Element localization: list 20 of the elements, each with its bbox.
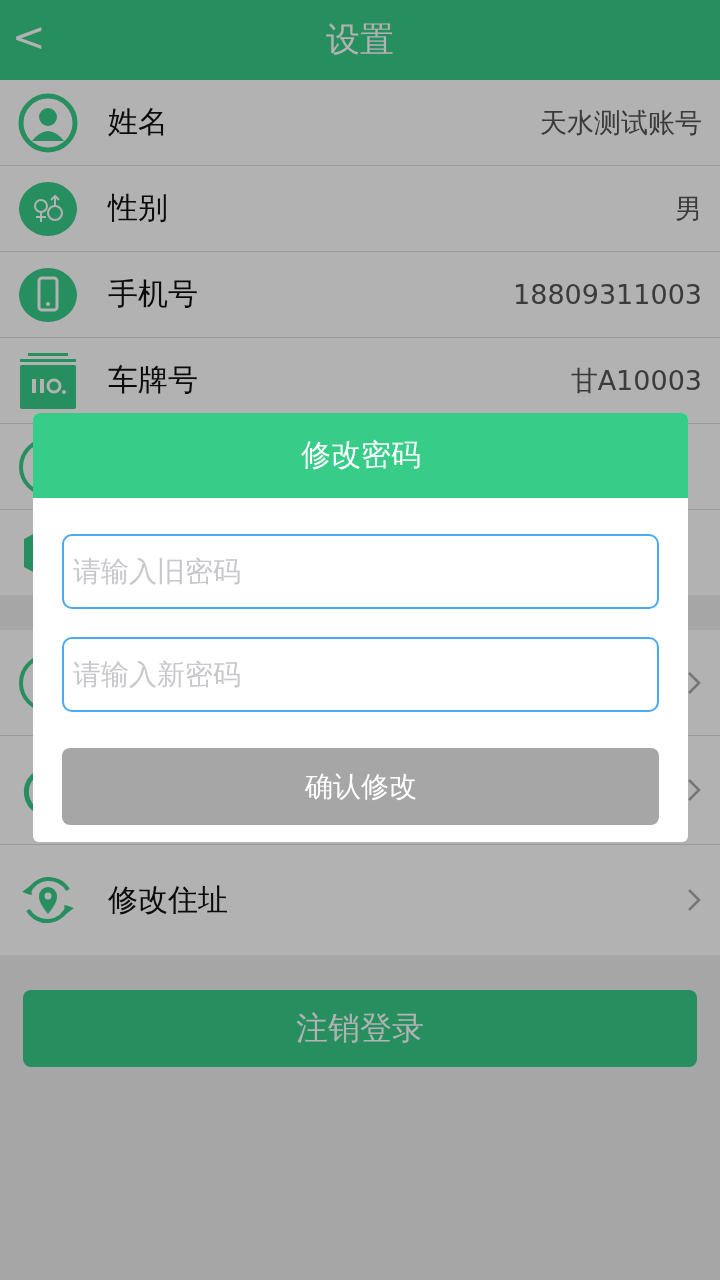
row-value: 天水测试账号 [540,105,702,140]
back-button[interactable]: < [4,14,54,60]
password-field[interactable]: 请输入旧密码 [62,534,659,609]
page-title: 设置 [326,18,394,61]
row-label: 手机号 [108,275,199,313]
password-field[interactable]: 请输入新密码 [62,637,659,712]
row-label: 修改住址 [108,880,229,919]
chevron-right-icon[interactable] [686,777,702,803]
row-value: 甘A10003 [570,363,702,398]
row-value: 男 [675,191,702,226]
row-label: 性别 [108,189,169,227]
license-plate-icon [18,350,78,411]
row-label: 姓名 [108,103,169,141]
dialog-title: 修改密码 [300,436,421,474]
row-value: 18809311003 [513,279,702,310]
confirm-button[interactable]: 确认修改 [62,748,659,825]
chevron-right-icon[interactable] [686,669,702,696]
row-label: 车牌号 [108,361,199,399]
person-icon [18,92,78,153]
logout-button[interactable]: 注销登录 [23,990,697,1067]
